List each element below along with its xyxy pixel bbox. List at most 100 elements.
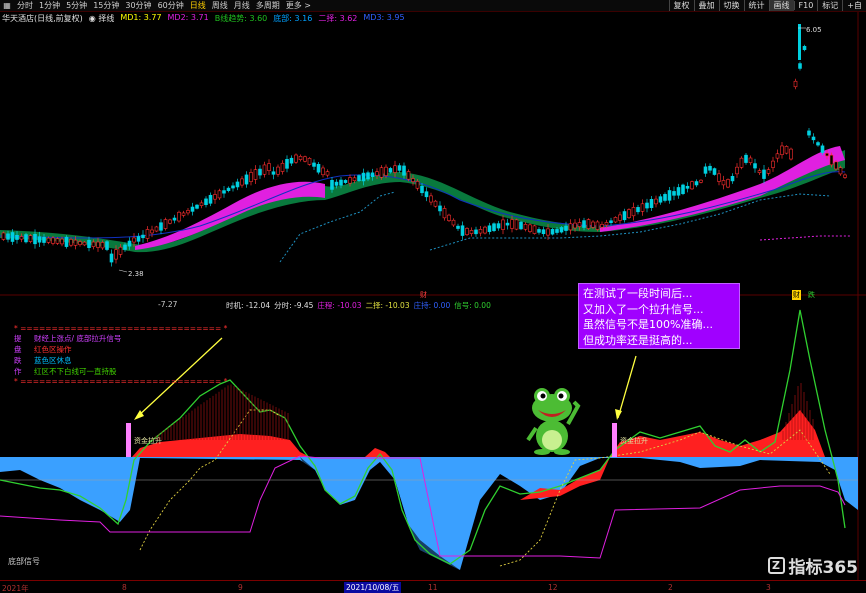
- candle-body: [105, 241, 109, 250]
- candle-body: [780, 145, 784, 155]
- callout-line: 又加入了一个拉升信号...: [583, 302, 704, 316]
- candle-body: [793, 80, 798, 88]
- candle-body: [69, 239, 73, 246]
- candle-body: [208, 194, 213, 204]
- candle-body: [150, 229, 154, 234]
- period-tab[interactable]: 60分钟: [155, 0, 187, 11]
- candle-body: [100, 242, 105, 249]
- annotation-callout: 在测试了一段时间后... 又加入了一个拉升信号... 虽然信号不是100%准确...…: [578, 283, 740, 349]
- candle-body: [46, 237, 51, 243]
- period-tab[interactable]: 5分钟: [63, 0, 90, 11]
- key-row: 跌 蓝色区休息: [14, 355, 227, 366]
- toolbar-button[interactable]: +自: [842, 0, 866, 11]
- candle-body: [834, 161, 838, 170]
- candle-body: [168, 219, 172, 224]
- candle-body: [699, 179, 703, 183]
- candle-body: [487, 225, 492, 232]
- candle-body: [402, 165, 406, 176]
- candle-body: [690, 181, 694, 190]
- period-tab[interactable]: 多周期: [253, 0, 283, 11]
- candle-body: [627, 209, 631, 218]
- candle-body: [645, 202, 649, 209]
- candle-body: [55, 238, 60, 244]
- red-area-3: [610, 410, 825, 457]
- period-tab[interactable]: 15分钟: [90, 0, 122, 11]
- period-tab[interactable]: 1分钟: [36, 0, 63, 11]
- grid-icon[interactable]: ▦: [2, 1, 12, 11]
- candle-body: [483, 226, 487, 234]
- candle-body: [694, 181, 699, 186]
- candle-body: [712, 168, 717, 175]
- key-char: 跌: [14, 356, 22, 365]
- candle-body: [127, 240, 132, 247]
- candle-body: [460, 225, 465, 236]
- candle-body: [447, 214, 451, 221]
- candle-body: [321, 167, 325, 176]
- sub-legend-items: 时机: -12.04 分时: -9.45 庄程: -10.03 二择: -10.03 庄…: [226, 300, 491, 311]
- toolbar-button[interactable]: 画线: [768, 0, 794, 11]
- candle-body: [123, 244, 127, 250]
- toolbar-button[interactable]: F10: [793, 1, 818, 10]
- candle-body: [843, 174, 847, 178]
- axis-cursor-date: 2021/10/08/五: [344, 582, 402, 593]
- toolbar-button[interactable]: 标记: [817, 0, 842, 11]
- candle-body: [496, 223, 501, 229]
- candle-body: [375, 171, 379, 176]
- candle-body: [199, 202, 204, 206]
- candle-body: [591, 221, 595, 228]
- candle-body: [118, 246, 123, 255]
- candle-body: [24, 234, 28, 243]
- candle-body: [595, 221, 600, 230]
- period-toolbar: ▦ 分时 1分钟 5分钟 15分钟 30分钟 60分钟 日线 周线 月线 多周期 更多 > 复权 叠加…: [0, 0, 866, 12]
- period-tab[interactable]: 更多 >: [283, 0, 314, 11]
- toolbar-button[interactable]: 叠加: [693, 0, 719, 11]
- candle-body: [114, 249, 118, 260]
- candle-body: [721, 180, 726, 186]
- candle-body: [267, 163, 271, 171]
- period-tab[interactable]: 月线: [231, 0, 253, 11]
- period-tab[interactable]: 周线: [209, 0, 231, 11]
- toolbar-button[interactable]: 切换: [718, 0, 744, 11]
- candle-body: [618, 214, 622, 221]
- candle-body: [573, 222, 577, 229]
- price-bands: [0, 146, 850, 263]
- candle-body: [564, 225, 568, 231]
- signal-label-2: 资金拉升: [620, 437, 648, 445]
- candle-body: [15, 234, 19, 240]
- period-tab[interactable]: 30分钟: [122, 0, 154, 11]
- key-char: 作: [14, 367, 22, 376]
- candle-body: [604, 222, 609, 226]
- candle-body: [163, 219, 168, 229]
- candle-body: [829, 154, 834, 166]
- key-text: 财经上涨点/ 底部拉升信号: [34, 334, 122, 343]
- candle-body: [631, 207, 636, 217]
- candle-body: [505, 222, 510, 226]
- candle-body: [636, 207, 640, 213]
- candle-body: [51, 237, 55, 244]
- candle-body: [708, 165, 712, 171]
- candle-body: [303, 156, 307, 162]
- key-border-bottom: * ================================ *: [14, 377, 228, 386]
- candle-body: [766, 169, 771, 174]
- candle-body: [294, 154, 298, 163]
- candle-body: [78, 241, 82, 245]
- candle-body: [757, 170, 762, 174]
- candle-body: [676, 187, 681, 196]
- candle-body: [762, 169, 766, 179]
- period-tab[interactable]: 日线: [187, 0, 209, 11]
- sub-chart-legend: -7.27: [158, 300, 177, 309]
- toolbar-button[interactable]: 复权: [668, 0, 694, 11]
- candle-body: [753, 163, 757, 169]
- candle-body: [249, 172, 253, 182]
- candle-body: [438, 205, 442, 212]
- toolbar-button[interactable]: 统计: [743, 0, 769, 11]
- candle-body: [717, 173, 721, 182]
- arrow-line-2: [617, 355, 637, 419]
- signal-bar-2: [612, 423, 617, 457]
- app-window: ▦ 分时 1分钟 5分钟 15分钟 30分钟 60分钟 日线 周线 月线 多周期 更多 > 复权 叠加…: [0, 0, 866, 593]
- candle-body: [37, 236, 42, 243]
- candle-body: [501, 219, 505, 230]
- candle-body: [739, 157, 744, 168]
- candle-body: [586, 219, 591, 229]
- period-tab[interactable]: 分时: [14, 0, 36, 11]
